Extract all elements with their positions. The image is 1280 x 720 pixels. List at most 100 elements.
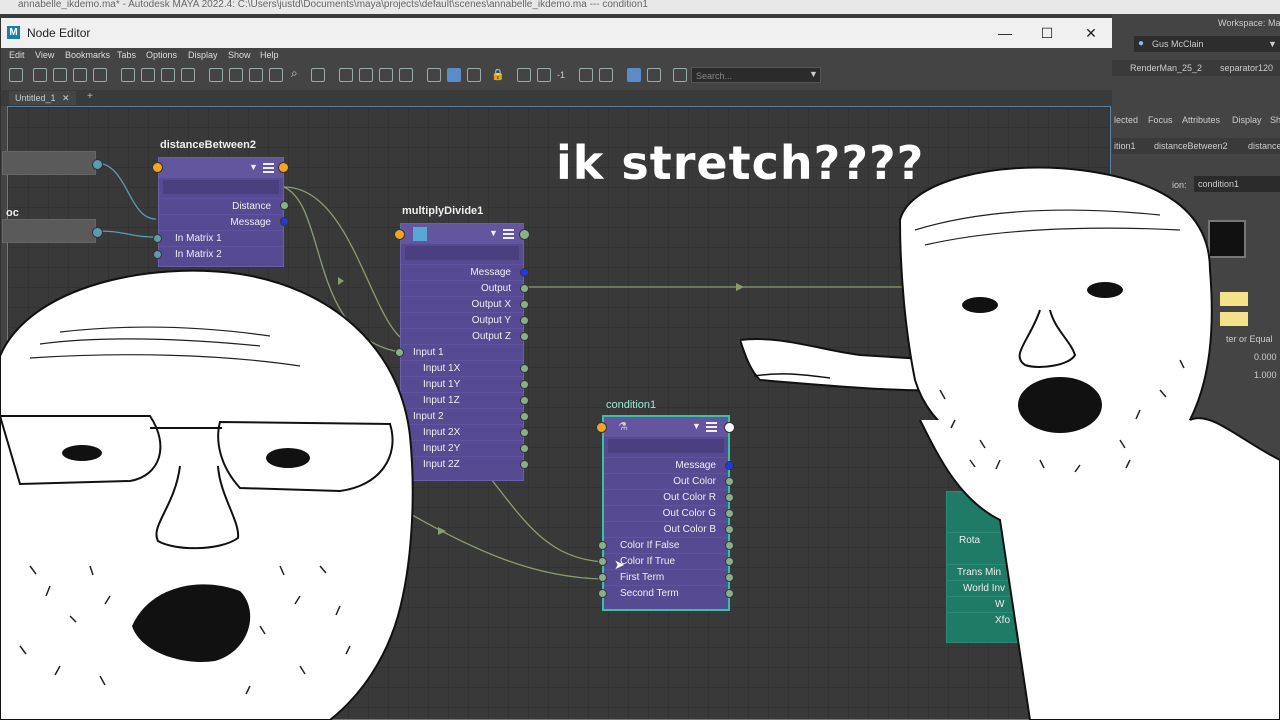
toolbar-icon-2[interactable]	[33, 68, 47, 82]
attr-in-matrix-1[interactable]: In Matrix 1	[159, 230, 283, 247]
port-color-if-true-side[interactable]	[725, 557, 734, 566]
port-output-z-out[interactable]	[520, 332, 529, 341]
layout-icon-4[interactable]	[269, 68, 283, 82]
toolbar-icon-7[interactable]	[141, 68, 155, 82]
partial-node-bottom[interactable]	[2, 219, 96, 243]
lock-icon[interactable]: 🔒	[491, 68, 505, 81]
ae-menu-display[interactable]: Display	[1232, 115, 1262, 125]
node-menu-icon[interactable]	[503, 229, 514, 239]
port-message-out[interactable]	[280, 217, 289, 226]
menu-show[interactable]: Show	[228, 50, 251, 60]
ae-tab-condition1[interactable]: ition1	[1114, 141, 1136, 151]
frame-icon[interactable]	[311, 68, 325, 82]
close-button[interactable]: ✕	[1071, 23, 1111, 43]
pin-icon[interactable]: ▼	[249, 162, 258, 172]
node-distancebetween2[interactable]: ▼ Distance Message In Matrix 1 In Matrix…	[158, 157, 284, 267]
search-icon[interactable]: ⌕	[291, 66, 298, 81]
toolbar-icon-8[interactable]	[161, 68, 175, 82]
layout-icon-1[interactable]	[209, 68, 223, 82]
grid-icon[interactable]	[627, 68, 641, 82]
tab-untitled[interactable]: Untitled_1 ✕	[9, 91, 76, 105]
node-condition1[interactable]: ⚗ ▼ Message Out Color Out Color R Out Co…	[602, 415, 730, 611]
port-input-main[interactable]	[394, 229, 405, 240]
attr-out-color-b[interactable]: Out Color B	[604, 521, 728, 538]
partial-node-bottom-port[interactable]	[92, 227, 103, 238]
graph-icon-3[interactable]	[467, 68, 481, 82]
spacing-icon-1[interactable]	[579, 68, 593, 82]
align-icon-1[interactable]	[517, 68, 531, 82]
port-input-1x-side[interactable]	[520, 364, 529, 373]
port-message-out[interactable]	[520, 268, 529, 277]
attr-out-color-r[interactable]: Out Color R	[604, 489, 728, 506]
port-out-color[interactable]	[725, 477, 734, 486]
snap-icon[interactable]	[647, 68, 661, 82]
ae-menu-sh[interactable]: Sh	[1270, 115, 1280, 125]
port-input-2z-side[interactable]	[520, 460, 529, 469]
attr-out-color[interactable]: Out Color	[604, 473, 728, 490]
port-input-main[interactable]	[596, 422, 607, 433]
port-message-out[interactable]	[725, 461, 734, 470]
attr-out-color-g[interactable]: Out Color G	[604, 505, 728, 522]
node-name-field[interactable]	[608, 439, 724, 453]
spacing-icon-2[interactable]	[599, 68, 613, 82]
select-icon-2[interactable]	[359, 68, 373, 82]
select-icon-1[interactable]	[339, 68, 353, 82]
port-color-if-false[interactable]	[598, 541, 607, 550]
node-name-field[interactable]	[163, 180, 279, 194]
attr-message[interactable]: Message	[604, 457, 728, 474]
port-input-main[interactable]	[152, 162, 163, 173]
port-color-if-true[interactable]	[598, 557, 607, 566]
ae-menu-focus[interactable]: Focus	[1148, 115, 1173, 125]
menu-edit[interactable]: Edit	[9, 50, 25, 60]
port-output-x-out[interactable]	[520, 300, 529, 309]
port-output-main[interactable]	[278, 162, 289, 173]
graph-icon-2[interactable]	[447, 68, 461, 82]
tab-close-icon[interactable]: ✕	[62, 93, 70, 103]
port-second-term-side[interactable]	[725, 589, 734, 598]
toolbar-icon-5[interactable]	[93, 68, 107, 82]
maximize-button[interactable]: ☐	[1027, 23, 1067, 43]
port-output-main[interactable]	[519, 229, 530, 240]
shelf-tab-renderman[interactable]: RenderMan_25_2	[1130, 63, 1202, 73]
ae-tab-distancebetween2[interactable]: distanceBetween2	[1154, 141, 1228, 151]
port-in-matrix-1[interactable]	[153, 234, 162, 243]
toolbar-icon-9[interactable]	[181, 68, 195, 82]
attr-message[interactable]: Message	[159, 214, 283, 231]
ae-tab-distance[interactable]: distance	[1248, 141, 1280, 151]
layout-icon-2[interactable]	[229, 68, 243, 82]
attr-second-term[interactable]: Second Term	[604, 585, 728, 602]
toolbar-icon-6[interactable]	[121, 68, 135, 82]
pin-icon[interactable]: ▼	[692, 421, 701, 431]
menu-view[interactable]: View	[35, 50, 54, 60]
pin-icon[interactable]: ▼	[489, 228, 498, 238]
port-output-main[interactable]	[724, 422, 735, 433]
attr-distance[interactable]: Distance	[159, 198, 283, 215]
shelf-tab-separator[interactable]: separator120	[1220, 63, 1273, 73]
port-color-if-false-side[interactable]	[725, 541, 734, 550]
user-dropdown[interactable]: ● Gus McClain ▼	[1134, 36, 1280, 52]
toolbar-icon-3[interactable]	[53, 68, 67, 82]
port-input-2y-side[interactable]	[520, 444, 529, 453]
port-out-color-b[interactable]	[725, 525, 734, 534]
port-output-out[interactable]	[520, 284, 529, 293]
port-out-color-g[interactable]	[725, 509, 734, 518]
partial-node-top-port[interactable]	[92, 159, 103, 170]
toolbar-icon-1[interactable]	[9, 68, 23, 82]
menu-help[interactable]: Help	[260, 50, 279, 60]
ae-menu-selected[interactable]: lected	[1114, 115, 1138, 125]
menu-bookmarks[interactable]: Bookmarks	[65, 50, 110, 60]
layout-icon-3[interactable]	[249, 68, 263, 82]
minimize-button[interactable]: —	[985, 23, 1025, 43]
partial-node-top[interactable]	[2, 151, 96, 175]
menu-options[interactable]: Options	[146, 50, 177, 60]
menu-display[interactable]: Display	[188, 50, 218, 60]
add-tab-button[interactable]: +	[87, 91, 93, 102]
workspace-value[interactable]: Ma	[1268, 18, 1280, 28]
port-input-2x-side[interactable]	[520, 428, 529, 437]
menu-tabs[interactable]: Tabs	[117, 50, 136, 60]
align-icon-2[interactable]	[537, 68, 551, 82]
attr-color-if-false[interactable]: Color If False	[604, 537, 728, 554]
chevron-down-icon[interactable]: ▼	[1268, 39, 1277, 49]
graph-icon-1[interactable]	[427, 68, 441, 82]
port-output-y-out[interactable]	[520, 316, 529, 325]
